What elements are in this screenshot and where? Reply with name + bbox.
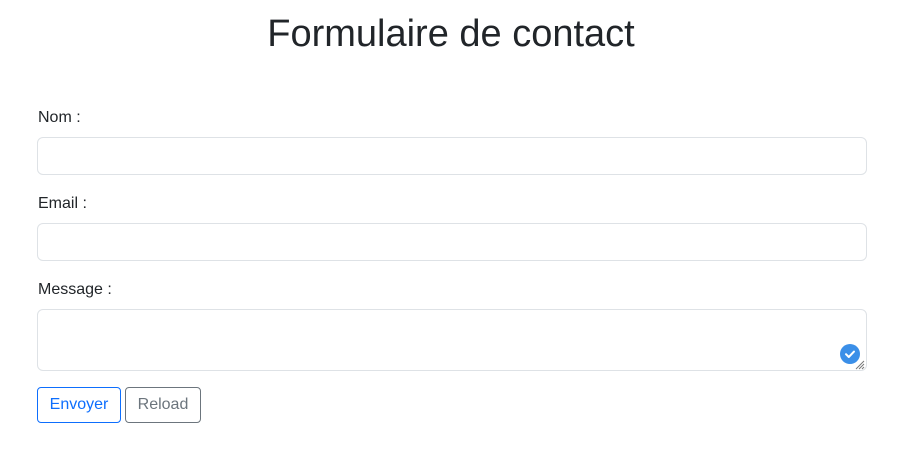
email-label: Email : xyxy=(38,195,87,212)
email-input[interactable] xyxy=(37,223,867,261)
name-label: Nom : xyxy=(38,109,81,126)
message-textarea[interactable] xyxy=(37,309,867,371)
page-title: Formulaire de contact xyxy=(267,13,635,55)
message-label: Message : xyxy=(38,281,112,298)
name-input[interactable] xyxy=(37,137,867,175)
send-button[interactable]: Envoyer xyxy=(37,387,121,423)
resize-grip-icon[interactable] xyxy=(853,357,865,370)
reload-button[interactable]: Reload xyxy=(125,387,201,423)
